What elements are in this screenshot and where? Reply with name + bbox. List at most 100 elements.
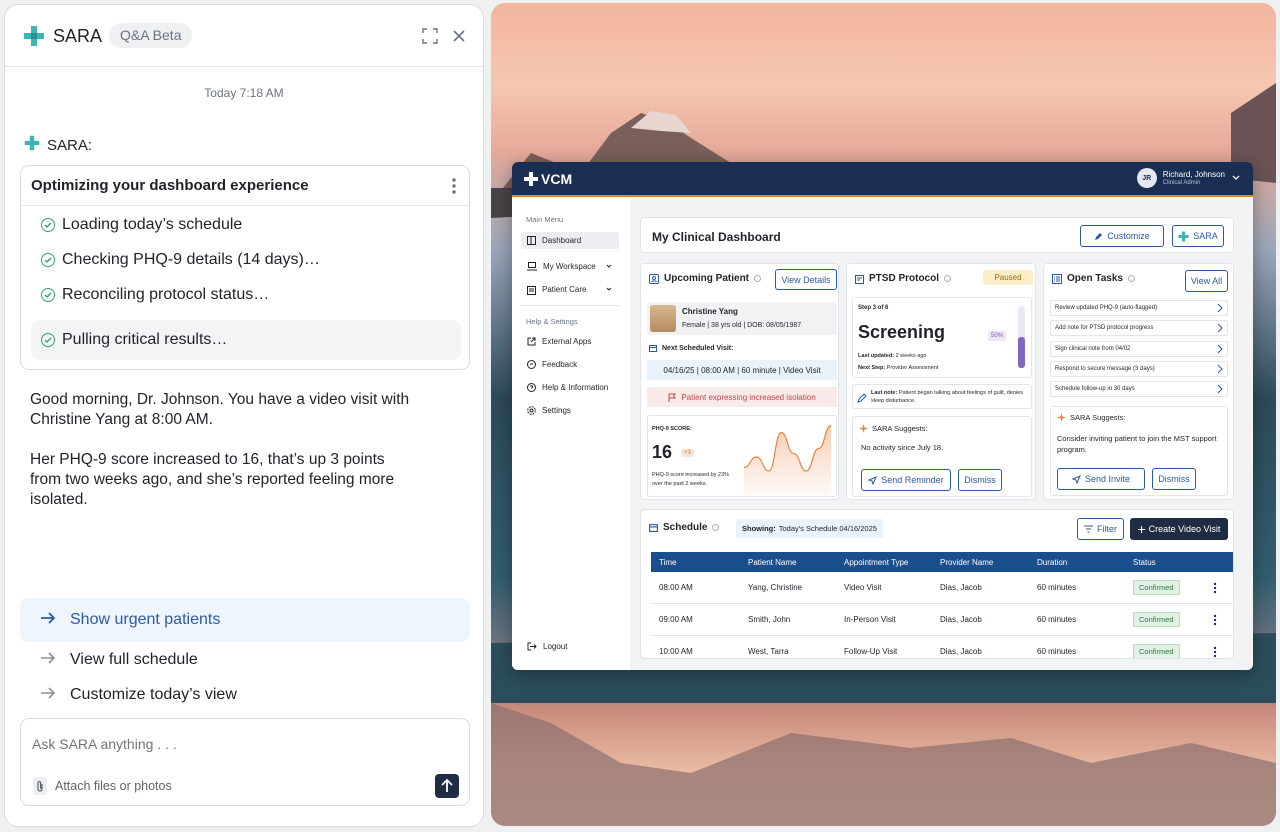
send-icon	[1071, 474, 1081, 484]
last-note: Last note: Patient began talking about f…	[871, 389, 1031, 405]
laptop-icon	[527, 262, 537, 271]
task-item[interactable]: Respond to secure message (3 days)	[1050, 361, 1228, 377]
suggest-text: No activity since July 18.	[861, 443, 944, 452]
button-label: Dismiss	[964, 475, 996, 485]
sara-suggests-card: SARA Suggests: Consider inviting patient…	[1050, 406, 1228, 496]
logout-button[interactable]: Logout	[521, 638, 619, 655]
suggestion-customize-view[interactable]: Customize today’s view	[20, 673, 470, 717]
customize-button[interactable]: Customize	[1080, 225, 1164, 247]
row-menu-icon[interactable]	[1213, 614, 1217, 626]
sidebar-item-feedback[interactable]: Feedback	[521, 356, 619, 373]
button-label: Dismiss	[1158, 474, 1190, 484]
send-invite-button[interactable]: Send Invite	[1057, 468, 1145, 490]
sidebar-item-external-apps[interactable]: External Apps	[521, 333, 619, 350]
task-item[interactable]: Schedule follow-up in 30 days	[1050, 381, 1228, 397]
view-details-button[interactable]: View Details	[775, 269, 837, 290]
suggestion-show-urgent[interactable]: Show urgent patients	[20, 598, 470, 642]
sara-button[interactable]: SARA	[1172, 225, 1224, 247]
suggest-title: SARA Suggests:	[1057, 413, 1125, 422]
sidebar-item-dashboard[interactable]: Dashboard	[521, 232, 619, 249]
table-header: Time Patient Name Appointment Type Provi…	[651, 552, 1233, 572]
step-label: Reconciling protocol status…	[62, 286, 270, 303]
task-item[interactable]: Sign clinical note from 04/02	[1050, 341, 1228, 357]
suggestion-label: Customize today’s view	[70, 686, 237, 703]
assistant-message: Good morning, Dr. Johnson. You have a vi…	[30, 390, 410, 530]
info-icon	[754, 275, 762, 282]
patient-photo	[650, 305, 676, 332]
dismiss-button[interactable]: Dismiss	[1152, 468, 1196, 490]
column-header: Status	[1133, 557, 1156, 567]
task-label: Add note for PTSD protocol progress	[1055, 325, 1154, 331]
user-menu[interactable]: JR Richard, Johnson Clinical Admin	[1136, 168, 1241, 188]
protocol-stage: Screening	[858, 322, 946, 342]
task-item[interactable]: Add note for PTSD protocol progress	[1050, 320, 1228, 336]
sidebar-item-settings[interactable]: Settings	[521, 402, 619, 419]
expand-icon[interactable]	[419, 25, 441, 47]
table-row[interactable]: 10:00 AM West, Tarra Follow-Up Visit Dia…	[651, 636, 1233, 658]
patient-card[interactable]: Christine Yang Female | 38 yrs old | DOB…	[647, 302, 837, 335]
upcoming-patient-panel: Upcoming Patient View Details Christine …	[640, 263, 839, 500]
row-menu-icon[interactable]	[1213, 582, 1217, 594]
panel-title: Schedule	[649, 522, 720, 533]
suggestion-label: Show urgent patients	[70, 611, 221, 628]
sara-logo-icon	[23, 25, 45, 52]
sidebar-item-help[interactable]: Help & Information	[521, 379, 619, 396]
sidebar-label: Settings	[542, 406, 571, 415]
table-row[interactable]: 08:00 AM Yang, Christine Video Visit Dia…	[651, 572, 1233, 604]
value: 2 weeks ago	[895, 353, 927, 359]
attach-button[interactable]: Attach files or photos	[33, 777, 172, 795]
filter-button[interactable]: Filter	[1077, 518, 1124, 540]
table-row[interactable]: 09:00 AM Smith, John In-Person Visit Dia…	[651, 604, 1233, 636]
progress-step-active: Pulling critical results…	[31, 320, 461, 360]
send-button[interactable]	[435, 774, 459, 798]
chat-input[interactable]	[32, 736, 432, 752]
info-icon	[712, 524, 720, 531]
cell-time: 09:00 AM	[659, 615, 693, 624]
row-menu-icon[interactable]	[1213, 646, 1217, 658]
step-label: Checking PHQ-9 details (14 days)…	[62, 251, 320, 268]
view-all-button[interactable]: View All	[1185, 270, 1228, 292]
patient-info: Female | 38 yrs old | DOB: 08/05/1987	[682, 322, 802, 329]
label: Last note:	[871, 390, 898, 396]
sidebar-section-help: Help & Settings	[526, 317, 578, 326]
close-icon[interactable]	[448, 25, 470, 47]
sidebar-item-workspace[interactable]: My Workspace	[521, 258, 619, 275]
label: Last updated:	[858, 353, 895, 359]
status-badge: Confirmed	[1133, 644, 1180, 658]
patient-name: Christine Yang	[682, 307, 738, 316]
tasks-icon	[1052, 273, 1062, 284]
sidebar-item-patient-care[interactable]: Patient Care	[521, 281, 619, 298]
progress-card: Optimizing your dashboard experience Loa…	[20, 165, 470, 370]
sara-small-logo-icon	[24, 135, 40, 155]
paperclip-icon	[33, 777, 47, 795]
more-options-icon[interactable]	[451, 177, 457, 195]
feedback-icon	[527, 360, 536, 369]
arrow-up-icon	[441, 779, 453, 792]
sparkle-icon	[859, 424, 868, 433]
arrow-right-icon	[40, 651, 56, 669]
sender-name: SARA:	[47, 136, 93, 154]
beta-badge: Q&A Beta	[109, 23, 193, 48]
task-item[interactable]: Review updated PHQ-9 (auto-flagged)	[1050, 300, 1228, 316]
cell-patient: Yang, Christine	[748, 583, 803, 592]
dismiss-button[interactable]: Dismiss	[958, 469, 1002, 491]
button-label: SARA	[1193, 231, 1218, 241]
sidebar-label: Help & Information	[542, 383, 609, 392]
panel-title-text: Open Tasks	[1067, 273, 1123, 284]
sidebar-label: External Apps	[542, 337, 592, 346]
task-label: Sign clinical note from 04/02	[1055, 346, 1131, 352]
patient-icon	[649, 273, 659, 284]
trend-area	[744, 425, 831, 496]
clipboard-icon	[527, 285, 536, 295]
next-visit-label-text: Next Scheduled Visit:	[662, 344, 734, 352]
check-icon	[41, 333, 55, 347]
dashboard-header: My Clinical Dashboard Customize SARA	[640, 217, 1234, 253]
send-reminder-button[interactable]: Send Reminder	[861, 469, 951, 491]
message-paragraph: Her PHQ-9 score increased to 16, that’s …	[30, 451, 395, 508]
open-tasks-panel: Open Tasks View All Review updated PHQ-9…	[1043, 263, 1234, 500]
cell-duration: 60 minutes	[1037, 647, 1077, 656]
create-video-visit-button[interactable]: Create Video Visit	[1130, 518, 1228, 540]
suggest-title-text: SARA Suggests:	[1070, 413, 1126, 422]
vcm-logo[interactable]: VCM	[524, 171, 572, 187]
label: Showing:	[742, 524, 776, 533]
